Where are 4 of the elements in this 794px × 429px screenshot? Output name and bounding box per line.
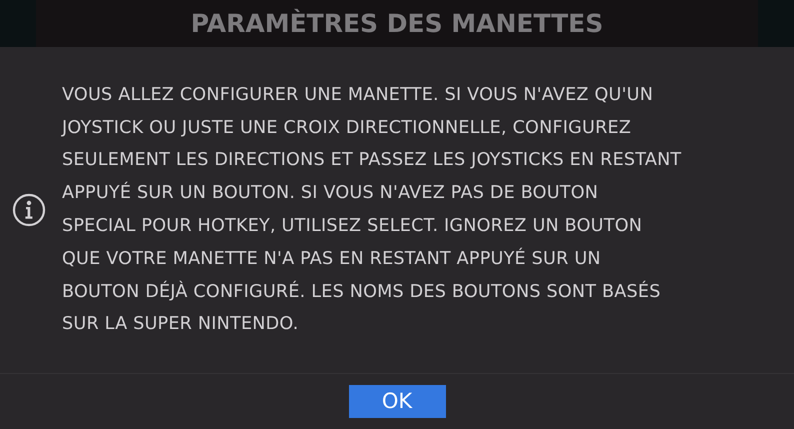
ok-button[interactable]: OK: [348, 385, 446, 418]
background-title: PARAMÈTRES DES MANETTES: [190, 11, 604, 36]
info-icon: [12, 193, 46, 227]
message-text: VOUS ALLEZ CONFIGURER UNE MANETTE. SI VOUS N'AVEZ QU'UN JOYSTICK OU JUSTE UNE CROIX DIRECTIONNELLE, CONFIGUREZ SEULEMENT LES DIRECTIONS ET PASSEZ LES JOYSTICKS EN RESTANT APPUYÉ SUR UN BOUTON. SI VOUS N'AVEZ PAS DE BOUTON SPECIAL POUR HOTKEY, UTILISEZ SELECT. IGNOREZ UN BOUTON QUE VOTRE MANETTE N'A PAS EN RESTANT APPUYÉ SUR UN BOUTON DÉJÀ CONFIGURÉ. LES NOMS DES BOUTONS SONT BASÉS SUR LA SUPER NINTENDO.: [62, 84, 682, 336]
